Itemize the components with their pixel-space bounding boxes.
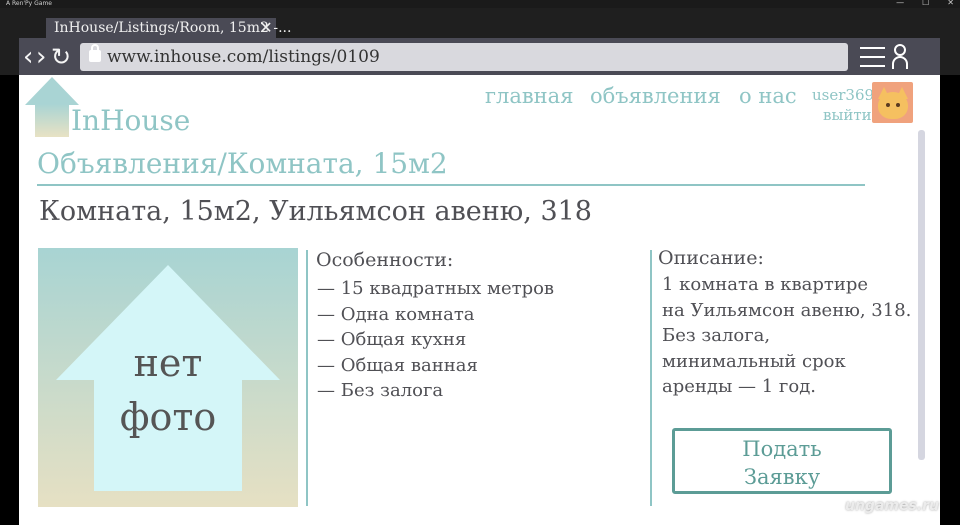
watermark: ungames.ru (845, 498, 940, 514)
logo-body (35, 104, 69, 137)
breadcrumb-underline (37, 184, 865, 186)
apply-button-line1: Подать (742, 437, 822, 461)
avatar-face (878, 92, 908, 119)
maximize-button[interactable]: ☐ (922, 0, 929, 8)
browser-chrome: InHouse/Listings/Room, 15m2 -... ✕ ‹ › ↻… (0, 8, 960, 83)
listing-title: Комната, 15м2, Уильямсон авеню, 318 (39, 196, 592, 227)
description-line: минимальный срок (662, 351, 846, 372)
lock-icon (89, 44, 101, 62)
user-icon-body (892, 56, 908, 69)
menu-icon[interactable] (860, 47, 885, 67)
feature-item: — 15 квадратных метров (317, 278, 555, 299)
window-controls: — ☐ ✕ (896, 0, 954, 8)
os-title-bar: A Ren'Py Game — ☐ ✕ (0, 0, 960, 8)
avatar-eye (896, 103, 900, 107)
username: user369 (812, 86, 875, 104)
features-heading: Особенности: (316, 249, 454, 271)
no-photo-line1: нет (133, 341, 203, 385)
avatar[interactable] (872, 82, 913, 123)
window-close-button[interactable]: ✕ (947, 0, 954, 8)
apply-button[interactable]: Подать Заявку (672, 428, 892, 494)
browser-tab[interactable]: InHouse/Listings/Room, 15m2 -... (46, 18, 291, 38)
description-heading: Описание: (658, 247, 764, 269)
menu-icon-bar (860, 47, 885, 49)
no-photo-text: нет фото (38, 336, 298, 444)
column-divider (650, 250, 652, 506)
window-title: A Ren'Py Game (6, 0, 52, 7)
feature-item: — Одна комната (317, 304, 475, 325)
column-divider (306, 250, 308, 506)
photo-placeholder: нет фото (38, 248, 298, 507)
minimize-button[interactable]: — (896, 0, 904, 8)
logout-link[interactable]: выйти (823, 105, 872, 125)
avatar-eye (886, 103, 890, 107)
url-text[interactable]: www.inhouse.com/listings/0109 (107, 45, 380, 69)
user-icon-head (894, 44, 906, 56)
description-line: Без залога, (662, 325, 771, 346)
feature-item: — Без залога (317, 380, 444, 401)
feature-item: — Общая ванная (317, 355, 478, 376)
description-line: 1 комната в квартире (662, 274, 869, 295)
nav-link-home[interactable]: главная (485, 82, 573, 110)
tab-close-icon[interactable]: ✕ (256, 18, 276, 38)
nav-link-about[interactable]: о нас (739, 82, 797, 110)
back-icon[interactable]: ‹ (23, 42, 33, 72)
reload-icon[interactable]: ↻ (51, 42, 71, 72)
feature-item: — Общая кухня (317, 329, 467, 350)
no-photo-line2: фото (119, 395, 217, 439)
forward-icon[interactable]: › (36, 42, 46, 72)
scrollbar[interactable] (918, 130, 925, 460)
address-bar[interactable]: www.inhouse.com/listings/0109 (80, 43, 848, 71)
description-line: аренды — 1 год. (662, 376, 817, 397)
nav-link-listings[interactable]: объявления (590, 82, 721, 110)
web-page: InHouse главная объявления о нас user369… (19, 75, 940, 525)
apply-button-line2: Заявку (743, 465, 821, 489)
site-logo-text[interactable]: InHouse (71, 104, 190, 138)
description-line: на Уильямсон авеню, 318. (662, 300, 912, 321)
breadcrumb[interactable]: Объявления/Комната, 15м2 (37, 147, 448, 181)
menu-icon-bar (860, 56, 885, 58)
menu-icon-bar (860, 65, 885, 67)
logo-roof (25, 77, 79, 105)
user-icon[interactable] (892, 44, 908, 70)
